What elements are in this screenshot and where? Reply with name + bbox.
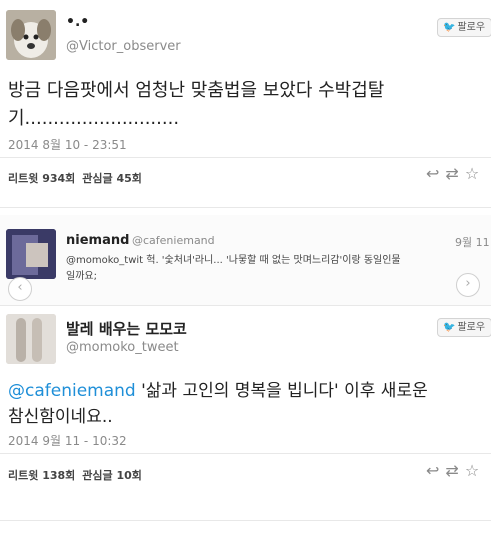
retweet-count[interactable]: 리트윗 138회 (8, 469, 75, 482)
retweet-count[interactable]: 리트윗 934회 (8, 172, 75, 185)
avatar[interactable] (6, 229, 56, 279)
avatar[interactable] (6, 10, 56, 60)
timestamp[interactable]: 2014 8월 10 - 23:51 (8, 136, 127, 153)
avatar[interactable] (6, 314, 56, 364)
tweet-card-momoko: 발레 배우는 모모코 @momoko_tweet 🐦 팔로우 @cafeniema… (0, 306, 491, 496)
tweet-card-niemand: niemand @cafeniemand 9월 11 @momoko_twit … (0, 215, 491, 305)
display-name[interactable]: •.• (66, 14, 89, 30)
favorite-icon[interactable]: ☆ (465, 461, 485, 480)
twitter-bird-icon: 🐦 (443, 22, 456, 33)
tweet-text-line-1: @momoko_twit 헉. '숯처녀'라니... '나뭏할 때 없는 맛며느… (66, 255, 401, 266)
retweet-icon[interactable]: ⇄ (445, 461, 464, 480)
follow-label: 팔로우 (457, 22, 486, 33)
carousel-next-button[interactable]: › (456, 273, 480, 297)
favorite-count[interactable]: 관심글 10회 (82, 469, 142, 482)
tweet-card-victor: •.• @Victor_observer 🐦 팔로우 방금 다음팟에서 엄청난 맞… (0, 0, 491, 205)
profile-photo-icon (6, 229, 56, 279)
ballet-shoes-icon (6, 314, 56, 364)
tweet-text-line-2: 일까요; (66, 271, 97, 282)
retweet-icon[interactable]: ⇄ (445, 164, 464, 183)
user-handle[interactable]: @cafeniemand (132, 234, 215, 247)
divider (0, 453, 491, 454)
follow-label: 팔로우 (457, 322, 486, 333)
mention-link[interactable]: @cafeniemand (8, 381, 136, 401)
reply-icon[interactable]: ↩ (426, 461, 445, 480)
tweet-text-line-2: 기........................... (8, 108, 180, 129)
tweet-text-line-2: 참신함이네요.. (8, 407, 113, 427)
follow-button[interactable]: 🐦 팔로우 (437, 318, 491, 337)
tweet-date[interactable]: 9월 11 (455, 234, 490, 250)
tweet-stats: 리트윗 934회 관심글 45회 (8, 170, 142, 186)
tweet-actions: ↩⇄☆ (426, 164, 485, 183)
dog-avatar-icon (6, 10, 56, 60)
tweet-text-line-1: @cafeniemand '삶과 고인의 명복을 빕니다' 이후 새로운 (8, 376, 428, 401)
tweet-stats: 리트윗 138회 관심글 10회 (8, 467, 142, 483)
divider (0, 157, 491, 158)
carousel-prev-button[interactable]: ‹ (8, 277, 32, 301)
display-name[interactable]: niemand (66, 233, 129, 248)
reply-icon[interactable]: ↩ (426, 164, 445, 183)
divider (0, 207, 491, 208)
display-name[interactable]: 발레 배우는 모모코 (66, 318, 187, 339)
timestamp[interactable]: 2014 9월 11 - 10:32 (8, 432, 127, 449)
divider (0, 520, 491, 521)
favorite-count[interactable]: 관심글 45회 (82, 172, 142, 185)
user-handle[interactable]: @Victor_observer (66, 39, 181, 54)
tweet-actions: ↩⇄☆ (426, 461, 485, 480)
user-handle[interactable]: @momoko_tweet (66, 340, 179, 355)
tweet-text-line-1: 방금 다음팟에서 엄청난 맞춤법을 보았다 수박겁탈 (8, 80, 385, 101)
favorite-icon[interactable]: ☆ (465, 164, 485, 183)
tweet-text: '삶과 고인의 명복을 빕니다' 이후 새로운 (135, 381, 428, 401)
twitter-bird-icon: 🐦 (443, 322, 456, 333)
follow-button[interactable]: 🐦 팔로우 (437, 18, 491, 37)
